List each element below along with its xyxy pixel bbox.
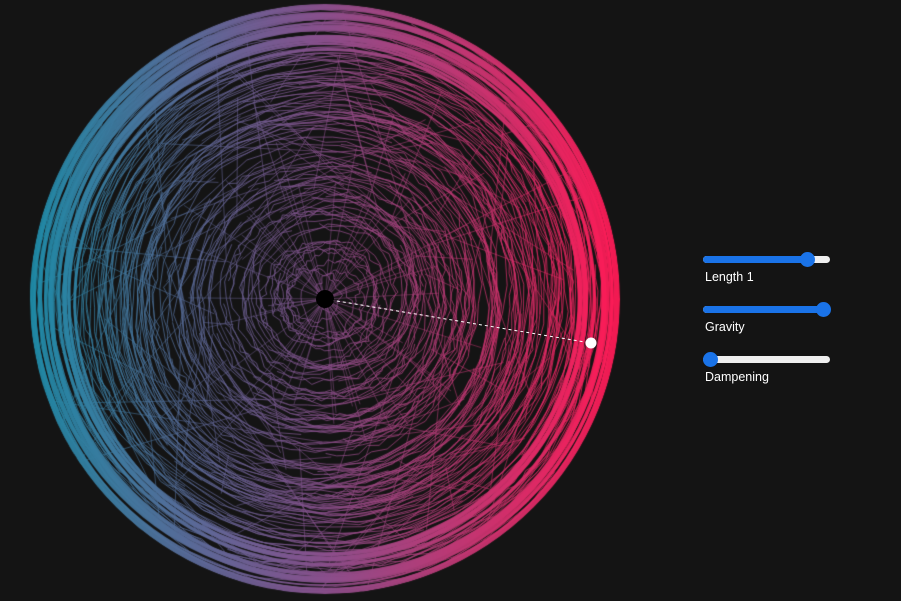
- gravity-control: Gravity: [703, 300, 833, 350]
- pendulum-bob[interactable]: [585, 337, 597, 349]
- simulation-stage: Length 1 Gravity Dampening: [0, 0, 901, 601]
- dampening-slider[interactable]: [703, 352, 830, 367]
- control-panel: Length 1 Gravity Dampening: [703, 250, 833, 400]
- length1-slider-thumb[interactable]: [800, 252, 816, 267]
- gravity-slider-thumb[interactable]: [816, 302, 831, 317]
- length1-slider[interactable]: [703, 252, 830, 267]
- gravity-slider-fill: [703, 306, 823, 313]
- dampening-label: Dampening: [705, 370, 769, 384]
- gravity-label: Gravity: [705, 320, 745, 334]
- dampening-control: Dampening: [703, 350, 833, 400]
- gravity-slider[interactable]: [703, 302, 831, 317]
- dampening-slider-thumb[interactable]: [703, 352, 718, 367]
- length1-label: Length 1: [705, 270, 754, 284]
- length1-control: Length 1: [703, 250, 833, 300]
- pivot-point: [316, 290, 334, 308]
- pendulum-rod: [324, 298, 592, 344]
- length1-slider-fill: [703, 256, 808, 263]
